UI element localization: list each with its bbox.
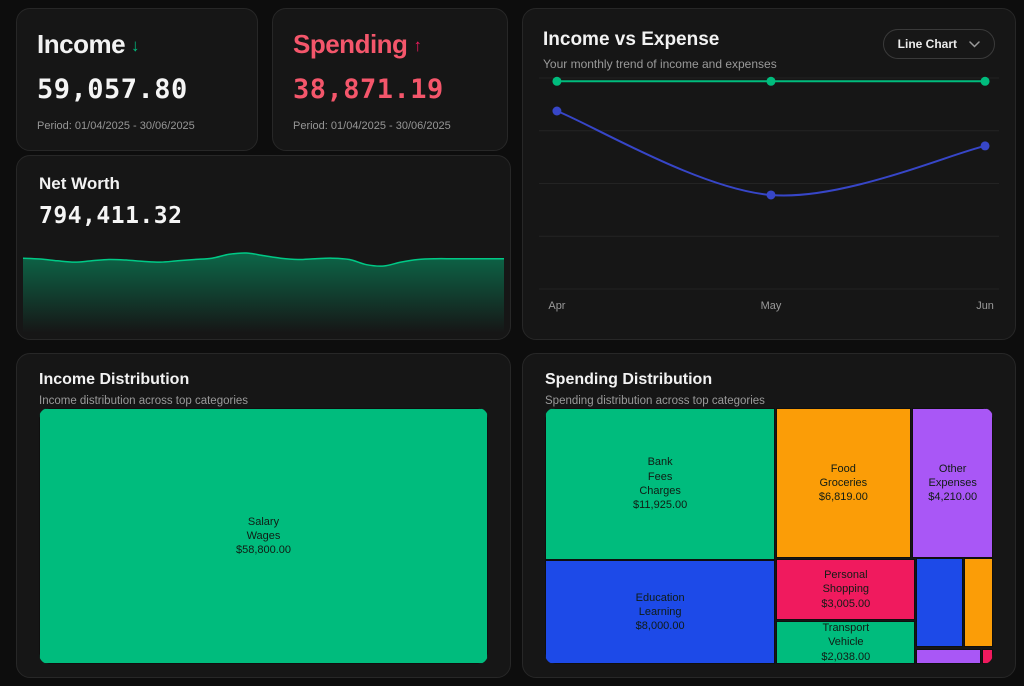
income-period: Period: 01/04/2025 - 30/06/2025 — [37, 120, 237, 132]
spending-card-title: Spending ↑ — [293, 29, 487, 60]
treemap-cell-transport-vehicle[interactable]: TransportVehicle$2,038.00 — [776, 621, 915, 664]
income-title-text: Income — [37, 29, 125, 59]
net-worth-title: Net Worth — [39, 174, 488, 194]
income-point-may[interactable] — [767, 77, 776, 86]
trend-down-icon: ↓ — [131, 36, 139, 55]
treemap-cell-label: TransportVehicle$2,038.00 — [821, 621, 870, 664]
income-vs-expense-card: Income vs Expense Your monthly trend of … — [522, 8, 1016, 340]
expense-point-jun[interactable] — [981, 141, 990, 150]
expense-line — [557, 111, 985, 195]
x-axis-label: May — [761, 300, 782, 312]
chart-type-label: Line Chart — [898, 37, 957, 51]
income-value: 59,057.80 — [37, 74, 237, 105]
treemap-cell-bank-fees-charges[interactable]: BankFeesCharges$11,925.00 — [545, 408, 775, 560]
spending-distribution-header: Spending Distribution Spending distribut… — [523, 354, 1015, 407]
spending-period: Period: 01/04/2025 - 30/06/2025 — [293, 120, 487, 132]
treemap-cell-label: SalaryWages$58,800.00 — [236, 515, 291, 558]
treemap-cell-unlabeled-8[interactable] — [916, 649, 981, 664]
income-summary-card: Income ↓ 59,057.80 Period: 01/04/2025 - 3… — [16, 8, 258, 151]
treemap-cell-education-learning[interactable]: EducationLearning$8,000.00 — [545, 560, 775, 664]
treemap-cell-other-expenses[interactable]: OtherExpenses$4,210.00 — [912, 408, 993, 558]
income-distribution-treemap: SalaryWages$58,800.00 — [39, 408, 488, 664]
treemap-cell-label: PersonalShopping$3,005.00 — [821, 568, 870, 611]
income-vs-expense-chart: Apr May Jun — [539, 69, 999, 321]
treemap-cell-label: FoodGroceries$6,819.00 — [819, 462, 868, 505]
net-worth-sparkline-chart — [23, 249, 504, 333]
x-axis-label: Apr — [548, 300, 565, 312]
income-point-apr[interactable] — [552, 77, 561, 86]
chart-header-text: Income vs Expense Your monthly trend of … — [543, 29, 777, 71]
treemap-cell-food-groceries[interactable]: FoodGroceries$6,819.00 — [776, 408, 910, 558]
income-distribution-title: Income Distribution — [39, 371, 488, 389]
income-distribution-card: Income Distribution Income distribution … — [16, 353, 511, 678]
income-card-title: Income ↓ — [37, 29, 237, 60]
spending-distribution-subtitle: Spending distribution across top categor… — [545, 395, 993, 407]
spending-value: 38,871.19 — [293, 74, 487, 105]
net-worth-card: Net Worth 794,411.32 — [16, 155, 511, 340]
trend-up-icon: ↑ — [413, 36, 421, 55]
spending-distribution-treemap: BankFeesCharges$11,925.00 FoodGroceries$6… — [545, 408, 993, 664]
chart-title: Income vs Expense — [543, 29, 777, 51]
net-worth-header: Net Worth 794,411.32 — [17, 156, 510, 229]
treemap-cell-unlabeled-7[interactable] — [964, 558, 993, 647]
x-axis-label: Jun — [976, 300, 994, 312]
chart-type-dropdown[interactable]: Line Chart — [883, 29, 995, 59]
net-worth-area-fill — [23, 253, 504, 333]
spending-distribution-card: Spending Distribution Spending distribut… — [522, 353, 1016, 678]
treemap-cell-label: BankFeesCharges$11,925.00 — [633, 455, 687, 512]
income-point-jun[interactable] — [981, 77, 990, 86]
treemap-cell-salary-wages[interactable]: SalaryWages$58,800.00 — [39, 408, 488, 664]
spending-distribution-title: Spending Distribution — [545, 371, 993, 389]
treemap-cell-personal-shopping[interactable]: PersonalShopping$3,005.00 — [776, 559, 915, 620]
treemap-cell-unlabeled-9[interactable] — [982, 649, 993, 664]
income-distribution-header: Income Distribution Income distribution … — [17, 354, 510, 407]
expense-point-apr[interactable] — [552, 106, 561, 115]
spending-title-text: Spending — [293, 29, 407, 59]
chart-header: Income vs Expense Your monthly trend of … — [539, 29, 999, 71]
treemap-cell-label: OtherExpenses$4,210.00 — [928, 462, 977, 505]
net-worth-value: 794,411.32 — [39, 203, 488, 229]
treemap-cell-label: EducationLearning$8,000.00 — [636, 591, 685, 634]
treemap-cell-unlabeled-6[interactable] — [916, 558, 963, 647]
finance-dashboard: Income ↓ 59,057.80 Period: 01/04/2025 - 3… — [0, 0, 1024, 686]
chevron-down-icon — [969, 41, 980, 48]
expense-point-may[interactable] — [767, 190, 776, 199]
income-distribution-subtitle: Income distribution across top categorie… — [39, 395, 488, 407]
spending-summary-card: Spending ↑ 38,871.19 Period: 01/04/2025 -… — [272, 8, 508, 151]
